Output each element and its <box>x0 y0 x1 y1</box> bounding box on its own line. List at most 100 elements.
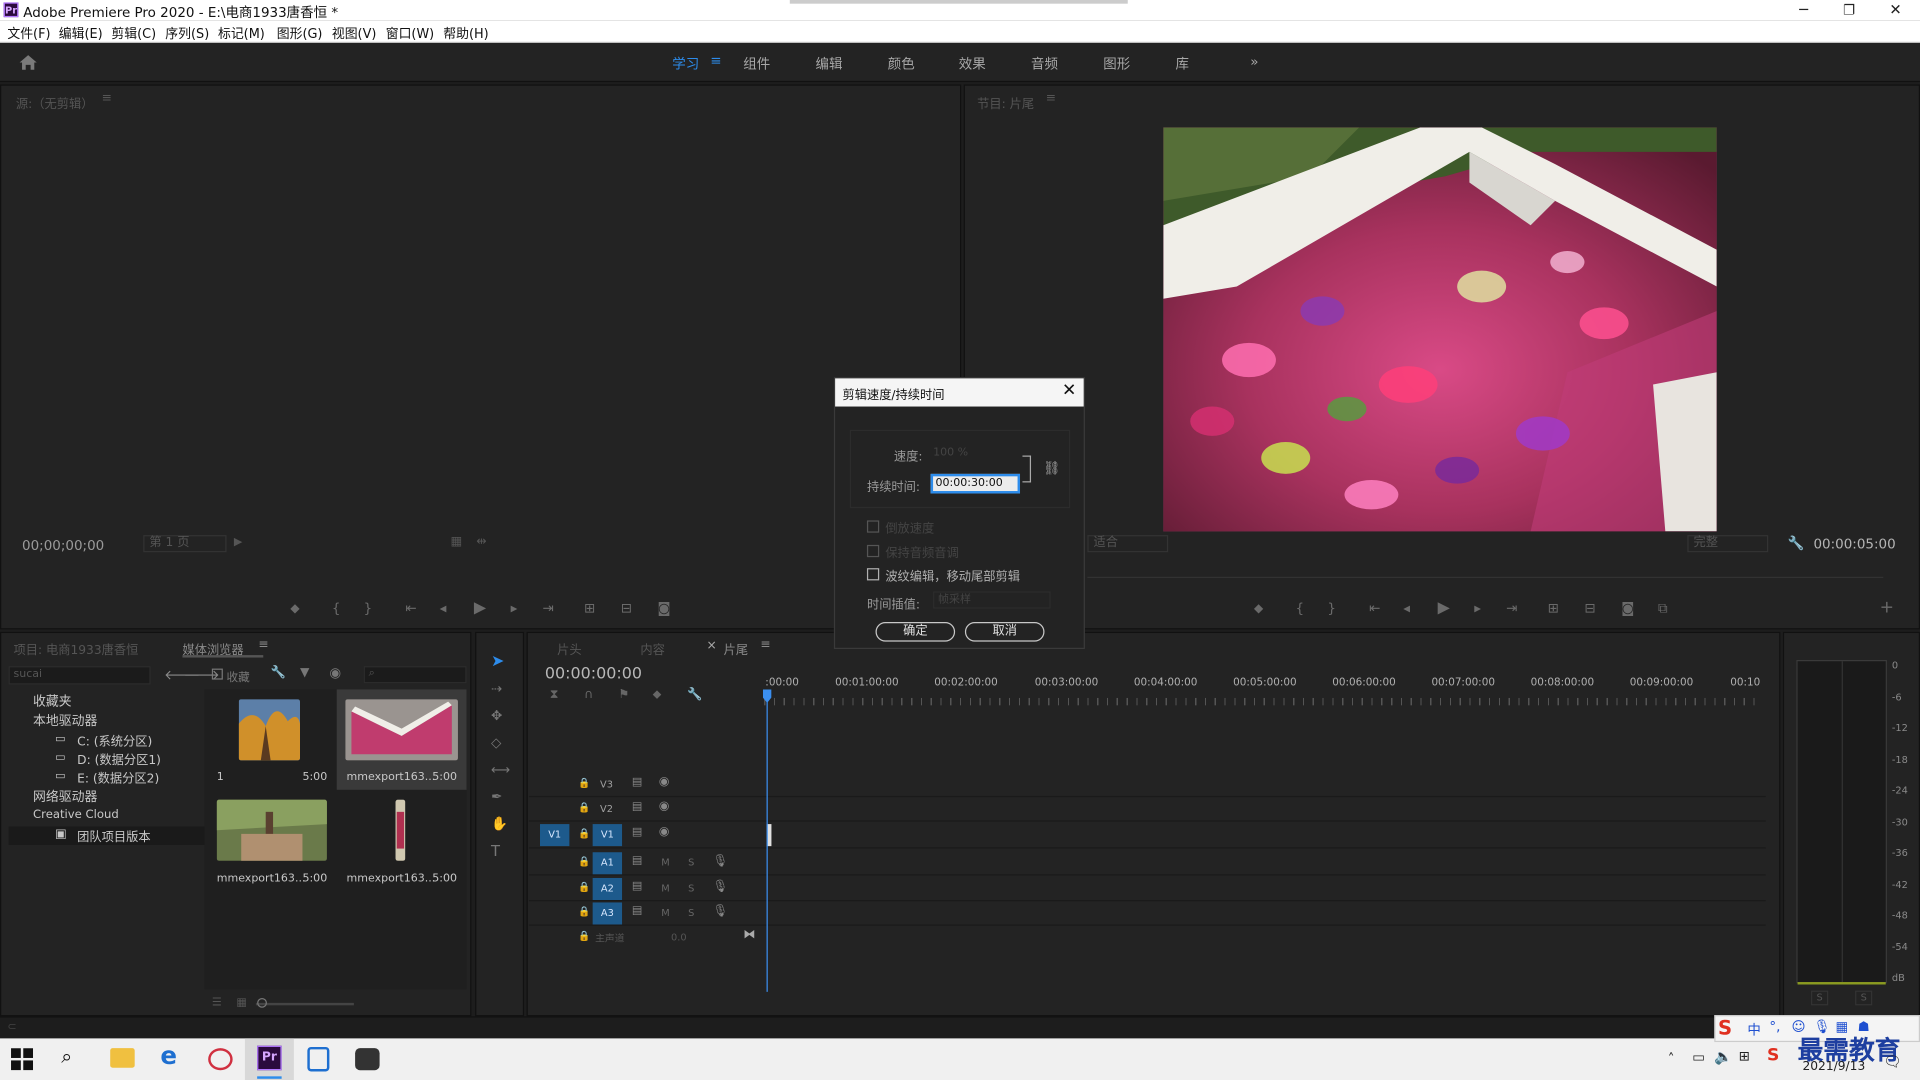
go-to-in-icon[interactable]: ⇤ <box>405 600 416 616</box>
microphone-icon[interactable]: 🎙 <box>713 905 729 918</box>
mute-button[interactable]: M <box>661 907 669 918</box>
edge-browser-icon[interactable]: e <box>160 1041 177 1070</box>
menu-help[interactable]: 帮助(H) <box>443 24 488 42</box>
timeline-tab-outro[interactable]: 片尾 <box>724 639 748 657</box>
play-icon[interactable]: ▶ <box>1438 599 1450 617</box>
timeline-tab-content[interactable]: 内容 <box>640 639 664 657</box>
zoom-slider[interactable] <box>255 1002 354 1006</box>
wrench-icon[interactable]: 🔧 <box>271 666 286 679</box>
step-forward-icon[interactable]: ▸ <box>1474 600 1481 616</box>
menu-sequence[interactable]: 序列(S) <box>165 24 209 42</box>
ime-mode[interactable]: 中 <box>1747 1020 1760 1040</box>
panel-menu-icon[interactable]: ≡ <box>760 638 770 651</box>
tray-chevron-icon[interactable]: ˄ <box>1668 1051 1675 1067</box>
workspace-tab-assembly[interactable]: 组件 <box>743 54 770 74</box>
panel-menu-icon[interactable]: ≡ <box>1046 92 1056 105</box>
menu-window[interactable]: 窗口(W) <box>386 24 434 42</box>
step-back-icon[interactable]: ◂ <box>440 600 447 616</box>
tree-item-drive-c[interactable]: C: (系统分区) <box>77 731 152 749</box>
link-chain-icon[interactable]: ⛓ <box>1043 460 1060 476</box>
track-label-v3[interactable]: V3 <box>600 779 613 790</box>
duration-input[interactable]: 00:00:30:00 <box>930 473 1021 494</box>
tree-item-network-drives[interactable]: 网络驱动器 <box>33 787 97 805</box>
dialog-close-icon[interactable]: ✕ <box>1062 381 1076 401</box>
clock-date[interactable]: 2021/9/13 <box>1802 1060 1865 1073</box>
menu-file[interactable]: 文件(F) <box>7 24 50 42</box>
menu-clip[interactable]: 剪辑(C) <box>111 24 156 42</box>
film-icon[interactable]: ▤ <box>632 801 642 813</box>
drag-handle-icon[interactable]: ⇹ <box>476 535 486 548</box>
sogou-logo-icon[interactable]: S <box>1718 1016 1732 1039</box>
timeline-timecode[interactable]: 00:00:00:00 <box>545 665 642 683</box>
solo-button[interactable]: S <box>688 883 694 894</box>
source-monitor-title[interactable]: 源:（无剪辑） <box>16 93 94 111</box>
program-time-ruler[interactable] <box>1087 566 1884 578</box>
play-small-icon[interactable]: ▶ <box>234 536 242 548</box>
snap-icon[interactable]: ∩ <box>584 688 593 701</box>
wrench-icon[interactable]: 🔧 <box>687 688 702 701</box>
microphone-icon[interactable]: 🎙 <box>713 855 729 868</box>
home-icon[interactable] <box>18 54 38 71</box>
sync-lock-icon[interactable]: ▤ <box>632 905 642 917</box>
insert-icon[interactable]: ⊞ <box>584 600 595 616</box>
close-icon[interactable]: ✕ <box>1873 0 1917 21</box>
lock-icon[interactable]: 🔒 <box>578 906 590 917</box>
camera-icon[interactable]: ◙ <box>1621 600 1634 616</box>
program-video-frame[interactable] <box>1163 127 1717 532</box>
film-icon[interactable]: ▤ <box>632 827 642 839</box>
menu-graphics[interactable]: 图形(G) <box>277 24 323 42</box>
mark-in-icon[interactable]: { <box>1296 600 1305 616</box>
ok-button[interactable]: 确定 <box>875 622 956 642</box>
wrench-icon[interactable]: 🔧 <box>1788 535 1805 551</box>
lift-icon[interactable]: ⊞ <box>1548 600 1559 616</box>
clip-thumbnail[interactable] <box>395 799 406 861</box>
go-to-out-icon[interactable]: ⇥ <box>542 600 553 616</box>
minimize-icon[interactable]: ─ <box>1782 0 1826 21</box>
solo-right-button[interactable]: S <box>1855 990 1873 1006</box>
workspace-tab-effects[interactable]: 效果 <box>959 54 986 74</box>
tree-item-drive-d[interactable]: D: (数据分区1) <box>77 749 161 767</box>
add-marker-icon[interactable]: ⬥ <box>290 600 299 617</box>
camera-icon[interactable]: ◙ <box>658 600 671 616</box>
overwrite-icon[interactable]: ⊟ <box>621 600 632 616</box>
menu-marker[interactable]: 标记(M) <box>218 24 265 42</box>
view-eye-icon[interactable]: ◉ <box>329 665 341 681</box>
export-frame-icon[interactable]: ▦ <box>451 535 463 548</box>
cancel-button[interactable]: 取消 <box>964 622 1045 642</box>
linked-select-icon[interactable]: ⚑ <box>618 688 629 701</box>
workspace-tab-graphics[interactable]: 图形 <box>1103 54 1130 74</box>
speed-value[interactable]: 100 % <box>933 447 968 459</box>
eye-icon[interactable]: ◉ <box>659 775 670 788</box>
compare-view-icon[interactable]: ⧉ <box>1658 600 1668 617</box>
search-input[interactable]: ⌕ <box>363 666 467 684</box>
clip-thumbnail[interactable] <box>238 699 301 761</box>
go-to-out-icon[interactable]: ⇥ <box>1506 600 1517 616</box>
extract-icon[interactable]: ⊟ <box>1585 600 1596 616</box>
add-button-icon[interactable]: + <box>1880 598 1894 618</box>
tree-item-favorites[interactable]: 收藏夹 <box>33 692 72 710</box>
list-view-icon[interactable]: ☰ <box>212 997 222 1009</box>
maintain-pitch-checkbox[interactable] <box>866 544 880 558</box>
step-back-icon[interactable]: ◂ <box>1403 600 1410 616</box>
master-volume-value[interactable]: 0.0 <box>671 932 687 943</box>
mute-button[interactable]: M <box>661 857 669 868</box>
favorites-checkbox[interactable] <box>211 668 223 680</box>
go-to-end-icon[interactable]: ⧓ <box>743 928 755 941</box>
track-target-a2[interactable]: A2 <box>592 877 623 901</box>
program-duration[interactable]: 00:00:05:00 <box>1813 536 1895 552</box>
sync-lock-icon[interactable]: ▤ <box>632 880 642 892</box>
tree-item-drive-e[interactable]: E: (数据分区2) <box>77 768 159 786</box>
mark-out-icon[interactable]: } <box>1327 600 1336 616</box>
workspace-tab-color[interactable]: 颜色 <box>888 54 915 74</box>
ripple-edit-icon[interactable]: ✥ <box>491 708 502 724</box>
sogou-tray-icon[interactable]: S <box>1767 1046 1779 1066</box>
playhead-line[interactable] <box>766 700 768 992</box>
tab-project[interactable]: 项目: 电商1933唐香恒 <box>13 639 138 657</box>
track-target-a1[interactable]: A1 <box>592 852 623 875</box>
icon-view-icon[interactable]: ▦ <box>236 997 246 1009</box>
play-icon[interactable]: ▶ <box>474 599 486 617</box>
lock-icon[interactable]: 🔒 <box>578 778 590 789</box>
clip-thumbnail[interactable] <box>216 799 327 861</box>
track-label-v2[interactable]: V2 <box>600 803 613 814</box>
search-icon[interactable]: ⌕ <box>61 1044 72 1068</box>
